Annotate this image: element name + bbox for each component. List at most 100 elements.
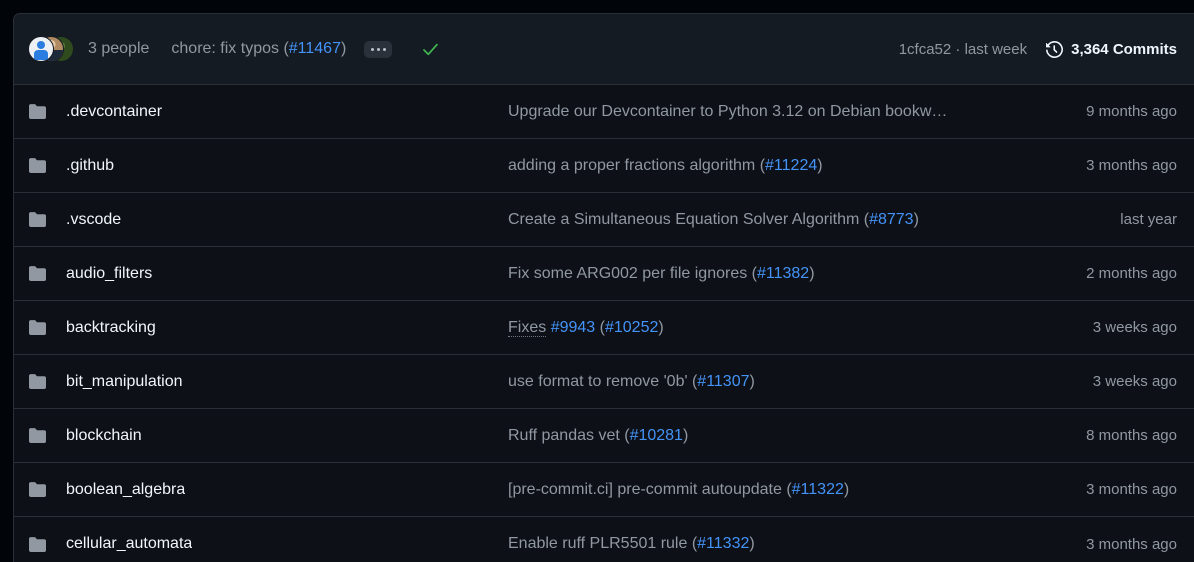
commit-time-cell: 8 months ago — [1086, 427, 1177, 444]
file-name-link[interactable]: audio_filters — [66, 265, 152, 283]
commit-message-text[interactable]: adding a proper fractions algorithm ( — [508, 157, 765, 174]
commit-message-text[interactable]: Upgrade our Devcontainer to Python 3.12 … — [508, 103, 947, 120]
check-icon[interactable] — [421, 40, 440, 59]
commit-message-suffix: ) — [809, 264, 815, 282]
commit-message-text: ( — [595, 318, 605, 336]
file-name-cell: .github — [28, 157, 508, 175]
commit-message-suffix: ) — [658, 318, 664, 336]
contributor-count-label[interactable]: 3 people — [88, 40, 149, 58]
contributor-avatar-stack[interactable] — [28, 36, 76, 62]
latest-commit-info: 3 people chore: fix typos (#11467) — [28, 36, 899, 62]
file-name-link[interactable]: .github — [66, 157, 114, 175]
history-icon — [1046, 40, 1064, 58]
commit-pr-link[interactable]: #11307 — [697, 373, 749, 390]
folder-icon — [28, 319, 46, 337]
commit-message-cell: adding a proper fractions algorithm (#11… — [508, 157, 1037, 175]
commit-message-suffix: ) — [749, 535, 755, 552]
commit-message-suffix: ) — [913, 210, 919, 228]
commit-time-cell: 3 weeks ago — [1092, 319, 1177, 336]
file-name-cell: .devcontainer — [28, 103, 508, 121]
commit-message-text[interactable]: chore: fix typos ( — [171, 40, 288, 57]
folder-icon — [28, 481, 46, 499]
folder-icon — [28, 427, 46, 445]
commit-pr-link[interactable]: #10252 — [605, 319, 658, 336]
file-list: .devcontainer Upgrade our Devcontainer to… — [14, 85, 1194, 562]
table-row[interactable]: audio_filters Fix some ARG002 per file ig… — [14, 247, 1194, 301]
commit-time-cell: 3 months ago — [1086, 535, 1177, 553]
commit-message-suffix: ) — [340, 40, 347, 57]
avatar[interactable] — [28, 36, 54, 62]
commit-pr-link[interactable]: #11224 — [765, 157, 817, 174]
table-row[interactable]: cellular_automata Enable ruff PLR5501 rul… — [14, 517, 1194, 562]
expand-commit-message-button[interactable] — [364, 40, 393, 58]
commit-message-cell: Ruff pandas vet (#10281) — [508, 427, 1037, 445]
commit-pr-link[interactable]: #11467 — [289, 40, 341, 57]
commit-message-text[interactable]: use format to remove '0b' ( — [508, 373, 697, 390]
commit-message-text[interactable]: [pre-commit.ci] pre-commit autoupdate ( — [508, 481, 792, 498]
file-name-link[interactable]: cellular_automata — [66, 535, 192, 553]
table-row[interactable]: .devcontainer Upgrade our Devcontainer to… — [14, 85, 1194, 139]
table-row[interactable]: blockchain Ruff pandas vet (#10281) 8 mont… — [14, 409, 1194, 463]
file-name-cell: .vscode — [28, 211, 508, 229]
file-name-link[interactable]: .vscode — [66, 211, 121, 229]
repo-contents-panel: 3 people chore: fix typos (#11467) 1cfca… — [13, 13, 1194, 562]
file-name-link[interactable]: boolean_algebra — [66, 481, 185, 499]
commit-message-cell: Create a Simultaneous Equation Solver Al… — [508, 211, 1037, 229]
folder-icon — [28, 211, 46, 229]
commit-message-cell: Upgrade our Devcontainer to Python 3.12 … — [508, 103, 1037, 121]
commit-hash-and-date[interactable]: 1cfca52 · last week — [899, 41, 1027, 58]
commits-count-label: 3,364 Commits — [1071, 40, 1177, 58]
table-row[interactable]: boolean_algebra [pre-commit.ci] pre-commi… — [14, 463, 1194, 517]
ellipsis-dot — [370, 47, 374, 51]
file-name-link[interactable]: bit_manipulation — [66, 373, 183, 391]
commit-message-text[interactable]: Ruff pandas vet ( — [508, 427, 630, 444]
commit-message-text[interactable]: Fix some ARG002 per file ignores ( — [508, 265, 757, 282]
commit-message-cell: [pre-commit.ci] pre-commit autoupdate (#… — [508, 481, 1037, 499]
commits-count-link[interactable]: 3,364 Commits — [1046, 41, 1177, 58]
commit-pr-link[interactable]: #8773 — [869, 211, 914, 228]
commit-pr-link[interactable]: #9943 — [551, 319, 596, 336]
file-name-link[interactable]: .devcontainer — [66, 103, 162, 121]
commit-time-cell: 3 weeks ago — [1092, 373, 1177, 390]
commit-header-meta: 1cfca52 · last week 3,364 Commits — [899, 41, 1177, 58]
commit-time-cell: 3 months ago — [1086, 481, 1177, 498]
latest-commit-message: chore: fix typos (#11467) — [171, 40, 346, 58]
commit-time-cell: 9 months ago — [1086, 103, 1177, 120]
commit-pr-link[interactable]: #10281 — [630, 427, 683, 444]
commit-message-text[interactable]: Create a Simultaneous Equation Solver Al… — [508, 211, 869, 228]
commit-message-cell: Enable ruff PLR5501 rule (#11332) — [508, 535, 1037, 553]
table-row[interactable]: bit_manipulation use format to remove '0b… — [14, 355, 1194, 409]
commit-time-cell: 2 months ago — [1086, 265, 1177, 282]
file-name-cell: cellular_automata — [28, 535, 508, 553]
commit-message-suffix: ) — [682, 426, 689, 444]
folder-icon — [28, 265, 46, 283]
file-name-link[interactable]: blockchain — [66, 427, 142, 445]
file-name-link[interactable]: backtracking — [66, 319, 156, 337]
folder-icon — [28, 103, 46, 121]
commit-abbrev: Fixes — [508, 318, 547, 337]
commit-pr-link[interactable]: #11322 — [792, 481, 844, 498]
commit-message-suffix: ) — [817, 156, 823, 174]
table-row[interactable]: backtracking Fixes #9943 (#10252) 3 weeks … — [14, 301, 1194, 355]
table-row[interactable]: .vscode Create a Simultaneous Equation So… — [14, 193, 1194, 247]
folder-icon — [28, 157, 46, 175]
commit-pr-link[interactable]: #11382 — [757, 265, 809, 282]
commit-message-suffix: ) — [843, 480, 850, 498]
commit-time-cell: 3 months ago — [1086, 157, 1177, 174]
ellipsis-dot — [376, 47, 380, 51]
table-row[interactable]: .github adding a proper fractions algorit… — [14, 139, 1194, 193]
folder-icon — [28, 373, 46, 391]
commit-pr-link[interactable]: #11332 — [697, 535, 749, 552]
file-name-cell: blockchain — [28, 427, 508, 445]
commit-message-text[interactable]: Enable ruff PLR5501 rule ( — [508, 535, 697, 552]
folder-icon — [28, 535, 46, 553]
file-name-cell: boolean_algebra — [28, 481, 508, 499]
file-name-cell: backtracking — [28, 319, 508, 337]
repository-file-browser: 3 people chore: fix typos (#11467) 1cfca… — [0, 0, 1194, 562]
file-name-cell: audio_filters — [28, 265, 508, 283]
latest-commit-header: 3 people chore: fix typos (#11467) 1cfca… — [14, 14, 1194, 85]
commit-message-cell: Fix some ARG002 per file ignores (#11382… — [508, 265, 1037, 283]
file-name-cell: bit_manipulation — [28, 373, 508, 391]
commit-message-suffix: ) — [749, 372, 755, 390]
ellipsis-dot — [382, 47, 386, 51]
